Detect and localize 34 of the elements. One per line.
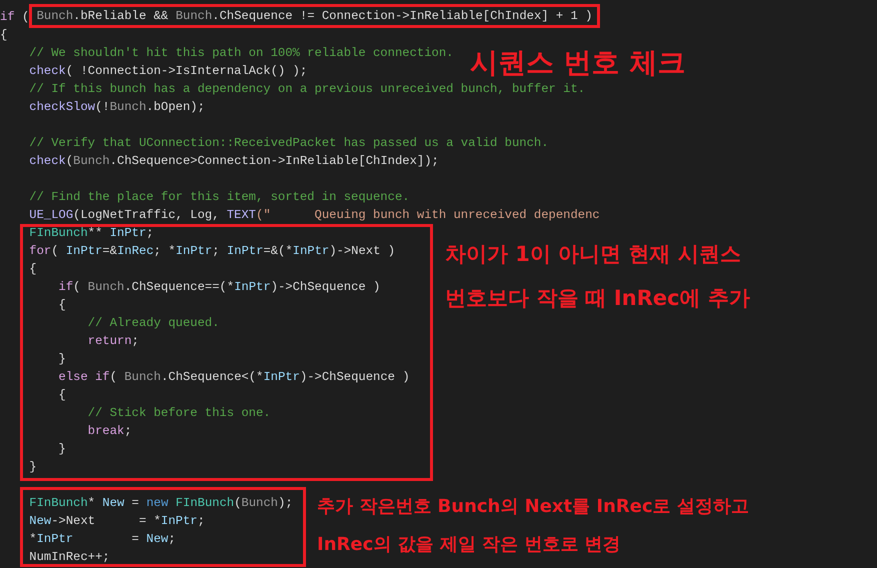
code-line: {	[0, 27, 8, 44]
code-line: check(Bunch.ChSequence>Connection->InReliable[ChIndex]);	[28, 153, 439, 170]
code-line: {	[58, 387, 66, 404]
code-line: New->Next = *InPtr;	[28, 513, 205, 530]
code-line: else if( Bunch.ChSequence<(*InPtr)->ChSequence )	[58, 369, 410, 386]
code-line: for( InPtr=&InRec; *InPtr; InPtr=&(*InPtr)->Next )	[28, 243, 396, 260]
code-line: // Find the place for this item, sorted in sequence.	[28, 189, 410, 206]
code-line: // If this bunch has a dependency on a previous unreceived bunch, buffer it.	[28, 81, 586, 98]
annotation-text: 차이가 1이 아니면 현재 시퀀스	[445, 241, 742, 268]
code-line: UE_LOG(LogNetTraffic, Log, TEXT(" Queuing bunch with unreceived dependenc	[28, 207, 600, 224]
code-line: {	[58, 297, 66, 314]
code-line: check( !Connection->IsInternalAck() );	[28, 63, 308, 80]
code-line: // We shouldn't hit this path on 100% reliable connection.	[28, 45, 454, 62]
annotation-text: 시퀀스 번호 체크	[470, 45, 686, 81]
code-line: // Verify that UConnection::ReceivedPacket has passed us a valid bunch.	[28, 135, 549, 152]
code-line: return;	[86, 333, 139, 350]
code-line: if( Bunch.ChSequence==(*InPtr)->ChSequence )	[58, 279, 380, 296]
code-line: break;	[86, 423, 132, 440]
code-line: }	[58, 351, 66, 368]
annotation-text: 추가 작은번호 Bunch의 Next를 InRec로 설정하고	[317, 495, 749, 518]
code-line: checkSlow(!Bunch.bOpen);	[28, 99, 205, 116]
annotation-text: 번호보다 작을 때 InRec에 추가	[445, 285, 750, 312]
code-line: FInBunch* New = new FInBunch(Bunch);	[28, 495, 293, 512]
code-line: if (	[0, 10, 30, 24]
code-line: {	[28, 261, 37, 278]
code-line: // Stick before this one.	[86, 405, 271, 422]
code-line: // Already queued.	[86, 315, 220, 332]
code-line: FInBunch** InPtr;	[28, 225, 154, 242]
code-line: }	[58, 441, 66, 458]
code-line: NumInRec++;	[28, 549, 110, 566]
code-line: }	[28, 459, 37, 476]
code-line: *InPtr = New;	[28, 531, 176, 548]
annotation-text: InRec의 값을 제일 작은 번호로 변경	[317, 533, 622, 556]
highlighted-code: Bunch.bReliable && Bunch.ChSequence != Connection->InReliable[ChIndex] + 1 )	[28, 4, 600, 28]
